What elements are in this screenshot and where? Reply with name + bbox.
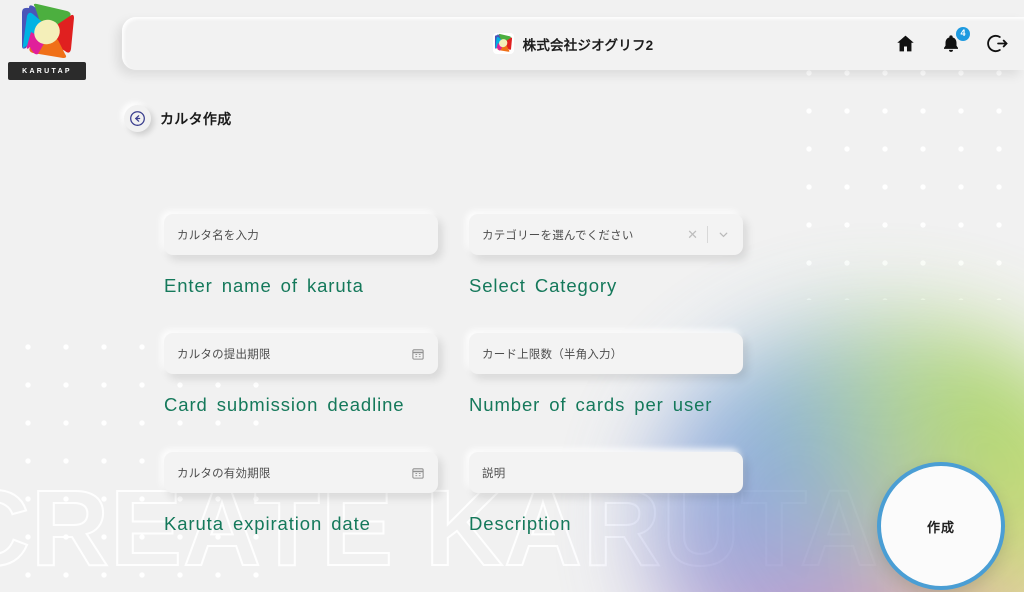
- select-tools: ✕: [687, 226, 730, 243]
- header-actions: 4: [892, 26, 1010, 57]
- description-input[interactable]: 説明: [469, 452, 743, 493]
- top-header-bar: 株式会社ジオグリフ2 4: [122, 17, 1024, 70]
- create-button-label: 作成: [926, 519, 955, 535]
- submission-deadline-input[interactable]: カルタの提出期限: [164, 333, 438, 374]
- app-logo[interactable]: KARUTAP: [8, 2, 86, 84]
- category-annotation: Select Category: [469, 275, 618, 296]
- form-row-3: カルタの有効期限 Karuta expiration date 説明 Descr…: [164, 452, 764, 535]
- description-placeholder: 説明: [482, 467, 506, 480]
- logo-wordmark: KARUTAP: [8, 62, 86, 80]
- back-arrow-icon: [130, 111, 145, 126]
- expiration-date-placeholder: カルタの有効期限: [177, 467, 271, 480]
- karutap-mark-icon: [22, 3, 74, 58]
- header-title-group: 株式会社ジオグリフ2: [122, 33, 1024, 54]
- calendar-icon[interactable]: [411, 466, 425, 480]
- field-expiration-date: カルタの有効期限 Karuta expiration date: [164, 452, 438, 535]
- org-logo-icon: [492, 33, 514, 54]
- create-submit-button[interactable]: 作成: [877, 462, 1005, 590]
- field-description: 説明 Description: [469, 452, 743, 535]
- clear-x-icon[interactable]: ✕: [687, 228, 698, 241]
- category-select[interactable]: カテゴリーを選んでください ✕: [469, 214, 743, 255]
- form-row-1: カルタ名を入力 Enter name of karuta カテゴリーを選んでくだ…: [164, 214, 764, 297]
- logout-icon[interactable]: [984, 31, 1010, 57]
- calendar-icon[interactable]: [411, 347, 425, 361]
- create-karuta-form: カルタ名を入力 Enter name of karuta カテゴリーを選んでくだ…: [164, 214, 764, 571]
- category-placeholder: カテゴリーを選んでください: [482, 229, 634, 242]
- bell-icon[interactable]: 4: [938, 26, 970, 57]
- page-heading: カルタ作成: [124, 105, 232, 132]
- page-title: カルタ作成: [160, 110, 232, 127]
- card-limit-annotation: Number of cards per user: [469, 394, 713, 415]
- karuta-name-input[interactable]: カルタ名を入力: [164, 214, 438, 255]
- notification-badge: 4: [956, 26, 970, 41]
- organization-title: 株式会社ジオグリフ2: [522, 37, 654, 53]
- expiration-date-annotation: Karuta expiration date: [164, 513, 371, 534]
- home-icon[interactable]: [892, 31, 918, 57]
- field-card-limit: カード上限数（半角入力） Number of cards per user: [469, 333, 743, 416]
- karuta-name-placeholder: カルタ名を入力: [177, 229, 259, 242]
- form-row-2: カルタの提出期限 Card submission deadline カード上限数…: [164, 333, 764, 416]
- field-submission-deadline: カルタの提出期限 Card submission deadline: [164, 333, 438, 416]
- card-limit-input[interactable]: カード上限数（半角入力）: [469, 333, 743, 374]
- chevron-down-icon[interactable]: [717, 228, 730, 241]
- description-annotation: Description: [469, 513, 572, 534]
- card-limit-placeholder: カード上限数（半角入力）: [482, 348, 623, 361]
- select-divider: [707, 226, 708, 243]
- karuta-name-annotation: Enter name of karuta: [164, 275, 364, 296]
- field-category: カテゴリーを選んでください ✕ Select Category: [469, 214, 743, 297]
- expiration-date-input[interactable]: カルタの有効期限: [164, 452, 438, 493]
- submission-deadline-annotation: Card submission deadline: [164, 394, 405, 415]
- field-karuta-name: カルタ名を入力 Enter name of karuta: [164, 214, 438, 297]
- submission-deadline-placeholder: カルタの提出期限: [177, 348, 271, 361]
- back-button[interactable]: [124, 105, 151, 132]
